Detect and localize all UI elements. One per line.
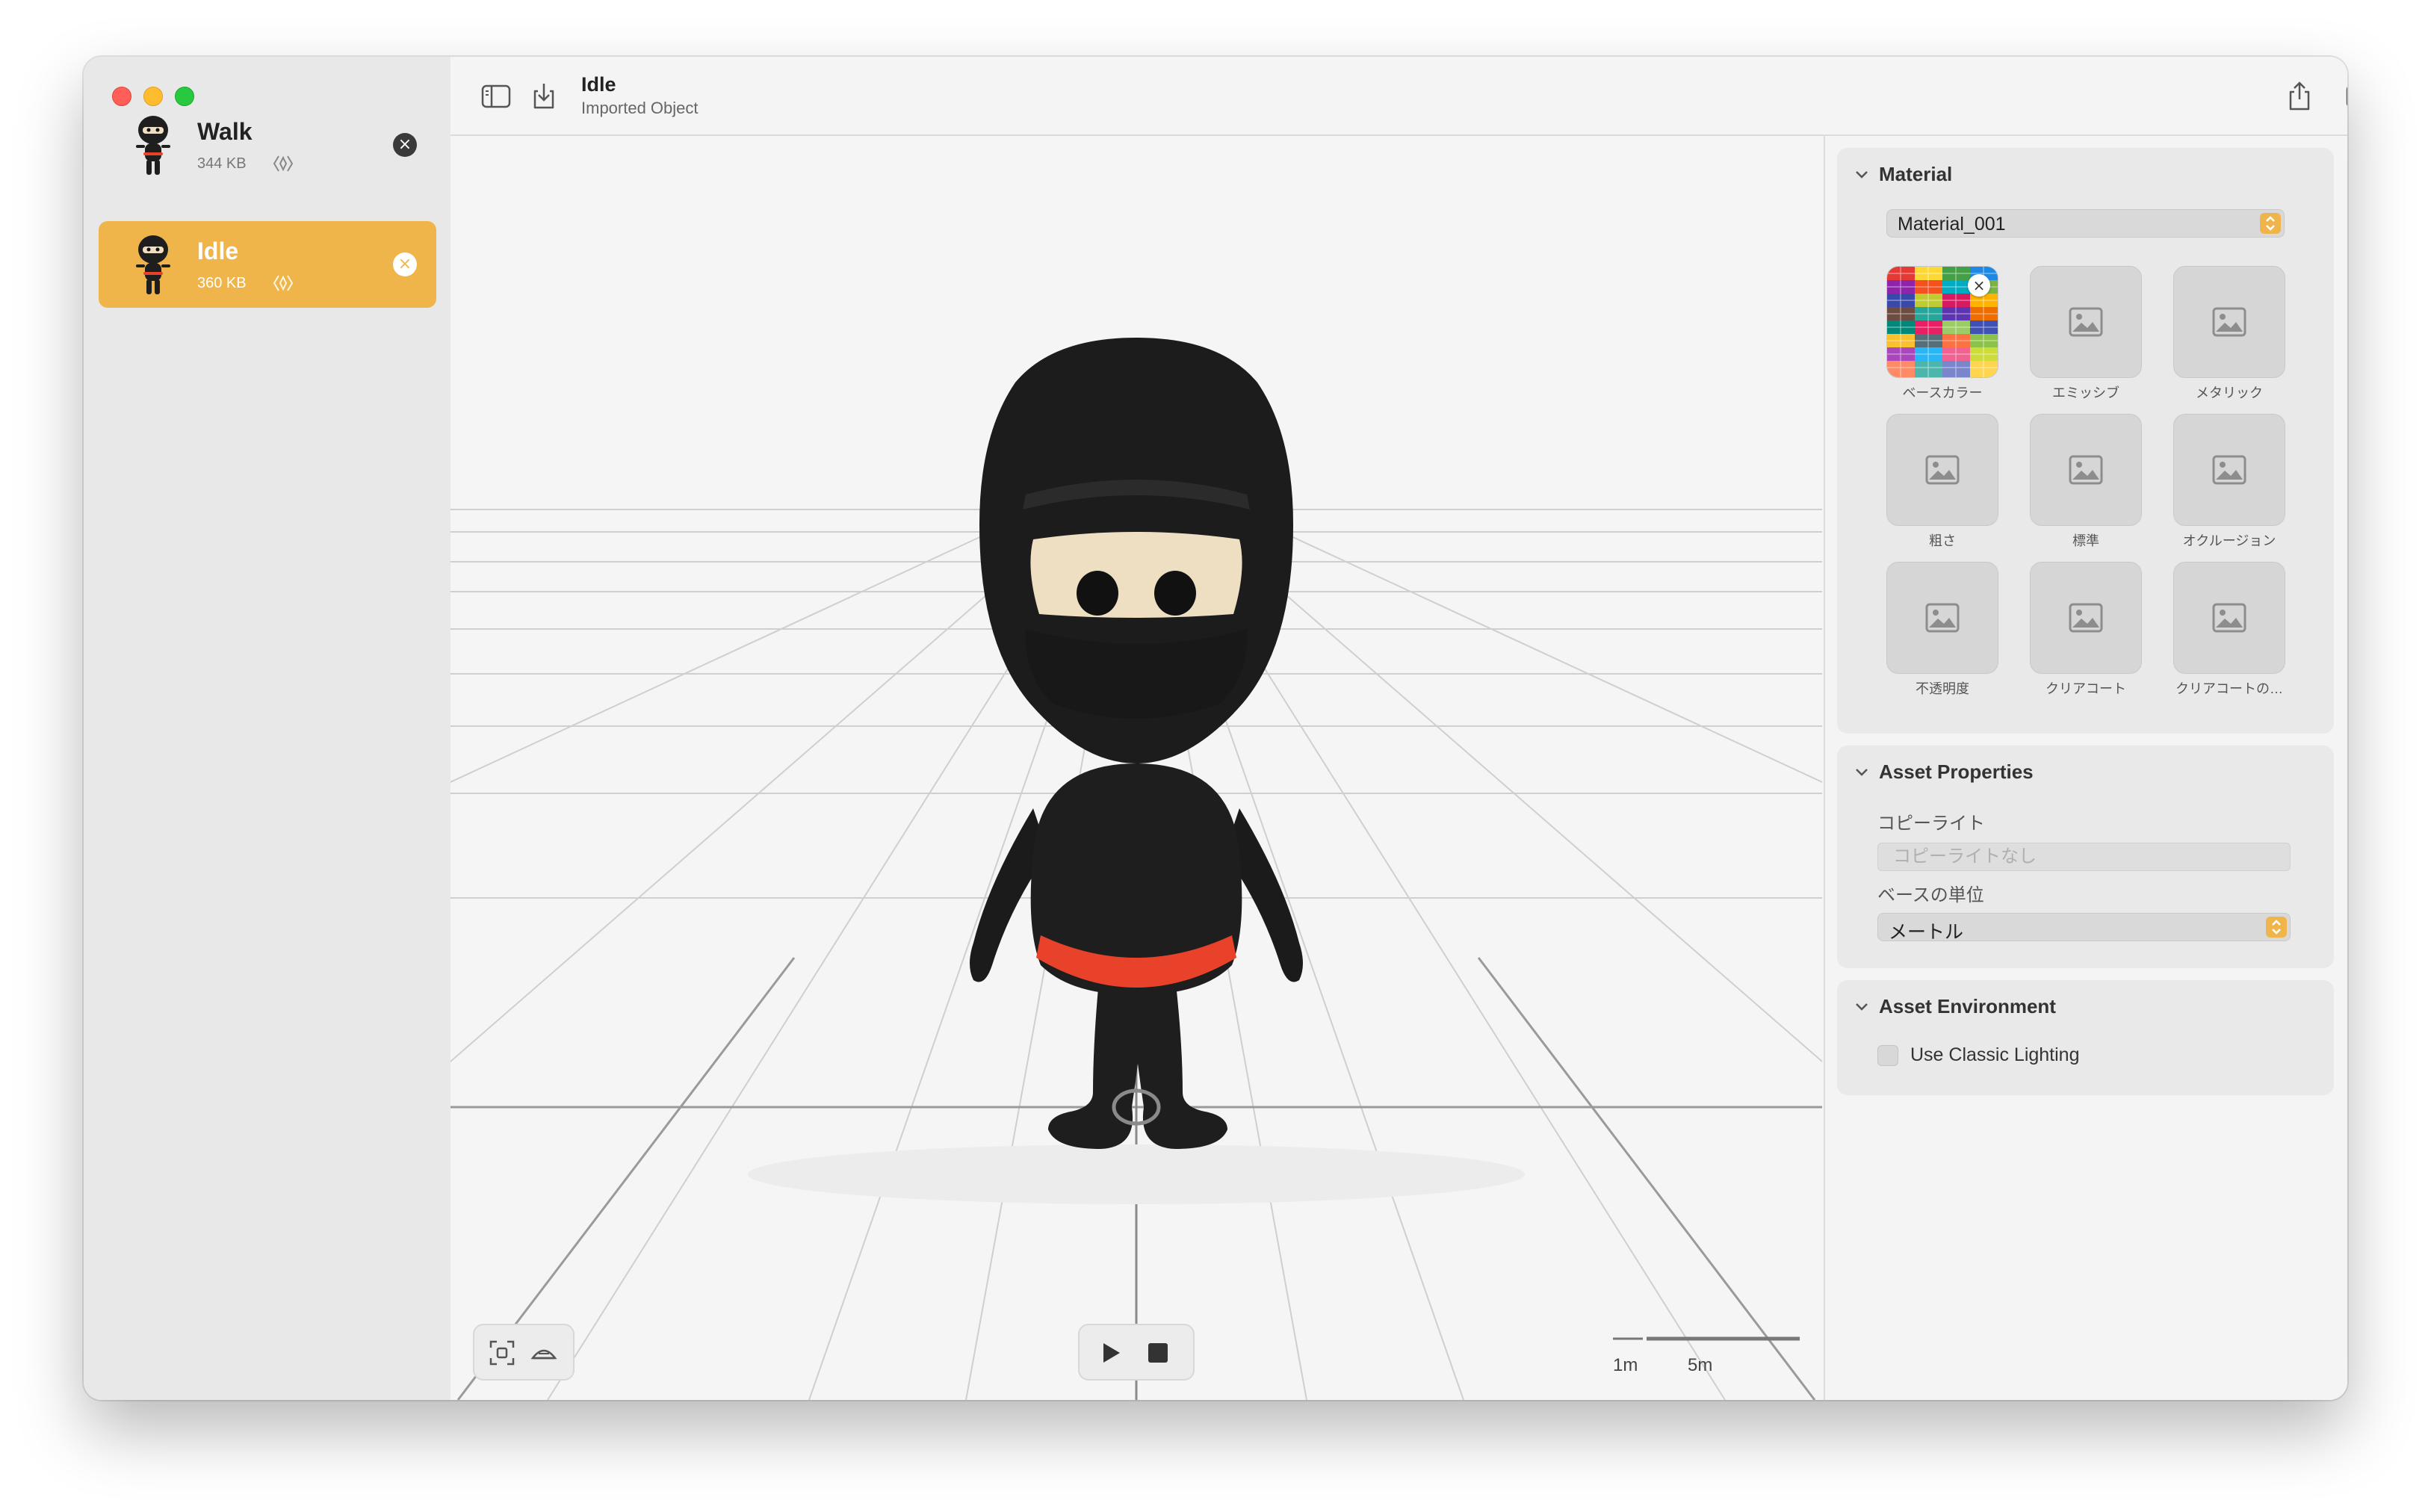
base-unit-select[interactable]: メートル xyxy=(1877,913,2291,943)
texture-placeholder[interactable] xyxy=(1886,414,1998,526)
texture-slot-metallic[interactable]: メタリック xyxy=(2173,266,2285,402)
stepper-icon xyxy=(2266,917,2287,938)
image-placeholder-icon xyxy=(2212,603,2246,633)
ninja-character xyxy=(748,338,1525,1204)
texture-slot-emissive[interactable]: エミッシブ xyxy=(2030,266,2142,402)
import-icon[interactable] xyxy=(528,81,560,112)
scale-indicator: 1m 5m xyxy=(1613,1333,1800,1378)
asset-name: Idle xyxy=(197,238,239,264)
document-subtitle: Imported Object xyxy=(581,99,699,117)
image-placeholder-icon xyxy=(1925,603,1960,633)
image-placeholder-icon xyxy=(2212,307,2246,337)
image-placeholder-icon xyxy=(1925,455,1960,485)
copyright-input[interactable] xyxy=(1878,843,2290,870)
select-value: メートル xyxy=(1889,922,1964,943)
texture-label: 粗さ xyxy=(1929,533,1956,548)
classic-lighting-row[interactable]: Use Classic Lighting xyxy=(1877,1044,2080,1066)
texture-slot-opacity[interactable]: 不透明度 xyxy=(1886,562,1998,698)
texture-slot-clearcoat[interactable]: クリアコート xyxy=(2030,562,2142,698)
texture-placeholder[interactable] xyxy=(2030,414,2142,526)
remove-asset-button[interactable]: × xyxy=(393,133,417,157)
frame-object-icon[interactable] xyxy=(488,1339,516,1367)
asset-environment-section: Asset Environment Use Classic Lighting xyxy=(1837,980,2334,1095)
sidebar: Walk 344 KB × Idle 360 KB × xyxy=(84,57,452,1400)
texture-placeholder[interactable] xyxy=(1886,562,1998,674)
material-select[interactable]: Material_001 xyxy=(1886,209,2285,238)
texture-placeholder[interactable] xyxy=(2173,562,2285,674)
classic-lighting-checkbox[interactable] xyxy=(1877,1044,1898,1066)
copyright-label: コピーライト xyxy=(1877,814,1985,834)
toolbar: Idle Imported Object xyxy=(450,57,2347,136)
remove-asset-button[interactable]: × xyxy=(393,252,417,276)
play-icon[interactable] xyxy=(1096,1339,1124,1367)
texture-thumbnail[interactable]: × xyxy=(1886,266,1998,378)
texture-label: エミッシブ xyxy=(2052,385,2119,400)
image-placeholder-icon xyxy=(2212,455,2246,485)
app-window: Walk 344 KB × Idle 360 KB × Idle Importe… xyxy=(84,57,2347,1400)
ninja-thumbnail-icon xyxy=(136,116,170,175)
asset-size: 360 KB xyxy=(197,275,247,291)
scene-canvas[interactable] xyxy=(450,136,1822,1400)
chevron-down-icon xyxy=(1856,768,1868,776)
texture-placeholder[interactable] xyxy=(2173,266,2285,378)
copyright-field[interactable] xyxy=(1877,843,2291,871)
texture-label: オクルージョン xyxy=(2182,533,2276,548)
chevron-down-icon xyxy=(1856,1003,1868,1011)
select-value: Material_001 xyxy=(1898,214,2006,235)
scale-label-1m: 1m xyxy=(1613,1355,1638,1375)
asset-properties-section: Asset Properties コピーライト ベースの単位 メートル xyxy=(1837,746,2334,968)
material-header[interactable]: Material xyxy=(1854,163,1952,186)
texture-label: クリアコート xyxy=(2046,681,2126,696)
sidebar-item-walk[interactable]: Walk 344 KB × xyxy=(99,102,436,188)
inspector-toggle-icon[interactable] xyxy=(2345,81,2347,112)
texture-label: ベースカラー xyxy=(1902,385,1983,400)
sidebar-item-idle[interactable]: Idle 360 KB × xyxy=(99,221,436,308)
asset-properties-header[interactable]: Asset Properties xyxy=(1854,760,2034,784)
texture-slot-occlusion[interactable]: オクルージョン xyxy=(2173,414,2285,550)
scale-label-5m: 5m xyxy=(1688,1355,1713,1375)
inspector-panel: Material Material_001 × ベースカラー エミッシブ メタリ… xyxy=(1824,136,2347,1400)
asset-name: Walk xyxy=(197,118,253,145)
image-placeholder-icon xyxy=(2069,455,2103,485)
classic-lighting-label: Use Classic Lighting xyxy=(1910,1044,2080,1065)
texture-slot-clearcoat-roughness[interactable]: クリアコートの… xyxy=(2173,562,2285,698)
base-unit-label: ベースの単位 xyxy=(1877,885,1984,905)
texture-placeholder[interactable] xyxy=(2173,414,2285,526)
image-placeholder-icon xyxy=(2069,603,2103,633)
asset-size: 344 KB xyxy=(197,155,247,172)
ground-plane-icon[interactable] xyxy=(530,1339,558,1367)
section-title: Asset Environment xyxy=(1879,995,2056,1017)
section-title: Material xyxy=(1879,163,1953,185)
texture-slot-base-color[interactable]: × ベースカラー xyxy=(1886,266,1998,402)
texture-placeholder[interactable] xyxy=(2030,562,2142,674)
ninja-thumbnail-icon xyxy=(136,235,170,294)
texture-slot-roughness[interactable]: 粗さ xyxy=(1886,414,1998,550)
ar-badge-icon xyxy=(273,155,294,172)
chevron-down-icon xyxy=(1856,170,1868,179)
stop-icon[interactable] xyxy=(1144,1339,1172,1367)
texture-label: メタリック xyxy=(2196,385,2263,400)
3d-viewport[interactable]: 1m 5m xyxy=(450,136,1822,1400)
texture-placeholder[interactable] xyxy=(2030,266,2142,378)
texture-label: 不透明度 xyxy=(1916,681,1969,696)
texture-label: 標準 xyxy=(2072,533,2099,548)
asset-environment-header[interactable]: Asset Environment xyxy=(1854,995,2056,1018)
texture-slot-normal[interactable]: 標準 xyxy=(2030,414,2142,550)
camera-controls xyxy=(473,1324,575,1381)
document-title: Idle xyxy=(581,73,616,96)
image-placeholder-icon xyxy=(2069,307,2103,337)
material-section: Material Material_001 × ベースカラー エミッシブ メタリ… xyxy=(1837,148,2334,734)
scale-ruler xyxy=(1613,1336,1800,1341)
share-icon[interactable] xyxy=(2284,81,2315,112)
playback-controls xyxy=(1078,1324,1195,1381)
sidebar-toggle-icon[interactable] xyxy=(480,81,512,112)
stepper-icon xyxy=(2260,213,2281,234)
section-title: Asset Properties xyxy=(1879,760,2034,783)
remove-texture-button[interactable]: × xyxy=(1968,274,1990,297)
ar-badge-icon xyxy=(273,275,294,291)
texture-label: クリアコートの… xyxy=(2175,681,2283,696)
